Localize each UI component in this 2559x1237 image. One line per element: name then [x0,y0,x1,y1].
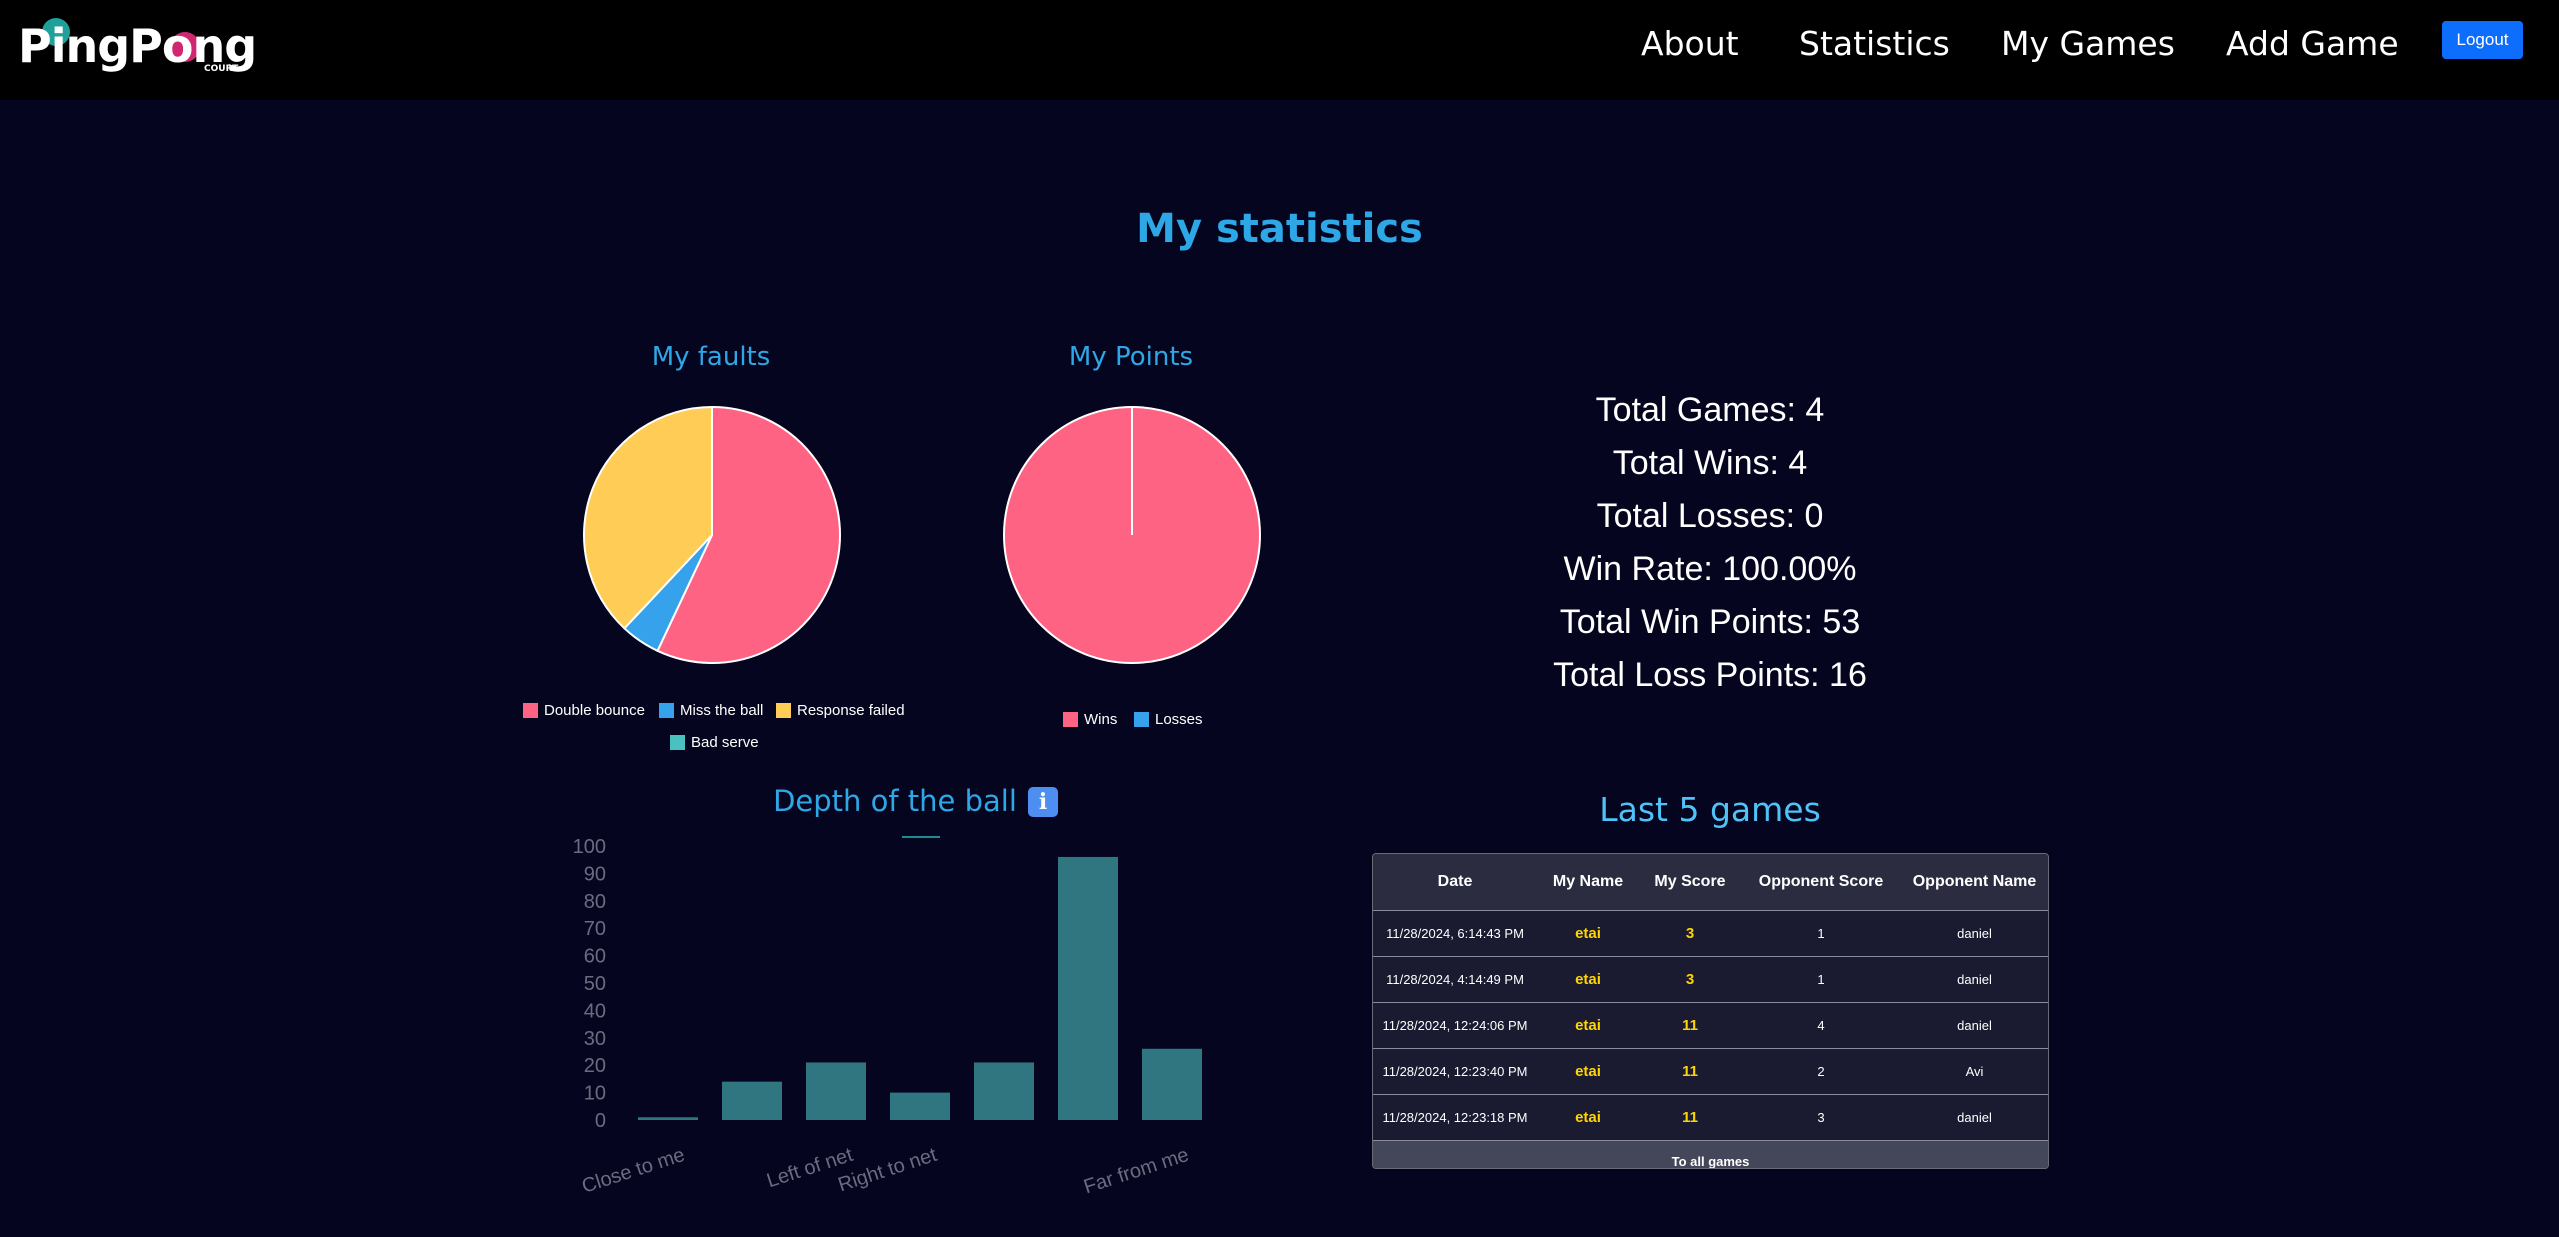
legend-label: Double bounce [544,702,645,719]
cell-opponent-name: daniel [1901,1002,2048,1049]
y-tick-label: 10 [584,1083,606,1105]
navbar: PingPong COURT About Statistics My Games… [0,0,2559,100]
x-tick-label: Close to me [579,1144,687,1198]
legend-swatch [776,703,791,718]
x-tick-label: Far from me [1081,1144,1191,1199]
column-header-my-score: My Score [1639,854,1741,911]
table-row[interactable]: 11/28/2024, 12:24:06 PM etai 11 4 daniel [1373,1002,2048,1049]
cell-my-score: 11 [1639,1048,1741,1095]
logo-subtitle: COURT [204,64,239,74]
y-tick-label: 20 [584,1055,606,1077]
table-row[interactable]: 11/28/2024, 6:14:43 PM etai 3 1 daniel [1373,910,2048,957]
nav-link-statistics[interactable]: Statistics [1799,24,1950,64]
y-tick-label: 90 [584,863,606,885]
faults-chart-title: My faults [651,342,771,372]
last-games-title: Last 5 games [1599,790,1821,829]
stat-total-win-points: Total Win Points: 53 [1559,603,1861,641]
column-header-date: Date [1373,854,1537,911]
cell-my-score: 11 [1639,1002,1741,1049]
table-row[interactable]: 11/28/2024, 12:23:40 PM etai 11 2 Avi [1373,1048,2048,1095]
legend-swatch [1063,712,1078,727]
cell-opponent-score: 1 [1741,910,1901,957]
cell-opponent-score: 2 [1741,1048,1901,1095]
legend-label: Response failed [797,702,905,719]
logout-button[interactable]: Logout [2442,21,2523,59]
legend-item-bad-serve[interactable]: Bad serve [670,734,759,751]
bar[interactable] [722,1081,782,1120]
legend-item-wins[interactable]: Wins [1063,711,1117,728]
bar[interactable] [890,1092,950,1120]
cell-opponent-name: daniel [1901,956,2048,1003]
y-tick-label: 70 [584,918,606,940]
column-header-opponent-score: Opponent Score [1741,854,1901,911]
legend-item-losses[interactable]: Losses [1134,711,1203,728]
cell-my-name: etai [1537,910,1639,957]
bar[interactable] [806,1062,866,1120]
cell-my-name: etai [1537,1094,1639,1140]
y-tick-label: 50 [584,973,606,995]
column-header-opponent-name: Opponent Name [1901,854,2048,911]
legend-swatch [670,735,685,750]
page-title: My statistics [1136,206,1423,252]
stat-win-rate: Win Rate: 100.00% [1563,550,1857,588]
last-games-table: Date My Name My Score Opponent Score Opp… [1372,853,2049,1169]
y-tick-label: 60 [584,946,606,968]
cell-opponent-score: 4 [1741,1002,1901,1049]
table-header-row: Date My Name My Score Opponent Score Opp… [1373,854,2048,911]
y-tick-label: 40 [584,1000,606,1022]
table-row[interactable]: 11/28/2024, 12:23:18 PM etai 11 3 daniel [1373,1094,2048,1140]
all-games-link[interactable]: To all games [1373,1140,2048,1168]
cell-date: 11/28/2024, 12:23:40 PM [1373,1048,1537,1095]
points-pie-chart [1003,406,1261,664]
legend-item-miss-the-ball[interactable]: Miss the ball [659,702,763,719]
y-tick-label: 80 [584,891,606,913]
cell-opponent-name: daniel [1901,1094,2048,1140]
bar[interactable] [974,1062,1034,1120]
stat-total-games: Total Games: 4 [1595,391,1825,429]
cell-my-score: 3 [1639,910,1741,957]
nav-link-about[interactable]: About [1641,24,1739,64]
cell-date: 11/28/2024, 12:24:06 PM [1373,1002,1537,1049]
depth-bar-chart: 0102030405060708090100Close to me Left of… [573,836,1202,1199]
cell-my-name: etai [1537,956,1639,1003]
cell-opponent-name: Avi [1901,1048,2048,1095]
legend-swatch [1134,712,1149,727]
cell-my-score: 3 [1639,956,1741,1003]
cell-date: 11/28/2024, 12:23:18 PM [1373,1094,1537,1140]
y-tick-label: 0 [595,1110,606,1132]
cell-opponent-score: 1 [1741,956,1901,1003]
table-row[interactable]: 11/28/2024, 4:14:49 PM etai 3 1 daniel [1373,956,2048,1003]
legend-swatch [523,703,538,718]
points-chart-title: My Points [1068,342,1194,372]
depth-chart-title: Depth of the ball [773,784,1017,818]
bar[interactable] [1142,1048,1202,1120]
cell-opponent-name: daniel [1901,910,2048,957]
stat-total-wins: Total Wins: 4 [1612,444,1808,482]
legend-item-double-bounce[interactable]: Double bounce [523,702,645,719]
nav-link-my-games[interactable]: My Games [2001,24,2175,64]
column-header-my-name: My Name [1537,854,1639,911]
pingpong-logo[interactable]: PingPong COURT [18,16,257,76]
stat-total-loss-points: Total Loss Points: 16 [1553,656,1867,694]
y-tick-label: 30 [584,1028,606,1050]
nav-link-add-game[interactable]: Add Game [2226,24,2399,64]
cell-my-score: 11 [1639,1094,1741,1140]
cell-my-name: etai [1537,1048,1639,1095]
cell-date: 11/28/2024, 6:14:43 PM [1373,910,1537,957]
bar[interactable] [638,1117,698,1120]
legend-label: Wins [1084,711,1118,728]
legend-label: Bad serve [691,734,759,751]
y-tick-label: 100 [573,836,606,858]
legend-swatch [659,703,674,718]
legend-label: Losses [1155,711,1203,728]
cell-date: 11/28/2024, 4:14:49 PM [1373,956,1537,1003]
legend-label: Miss the ball [680,702,764,719]
cell-my-name: etai [1537,1002,1639,1049]
bar[interactable] [1058,856,1118,1120]
faults-pie-chart [583,405,841,664]
legend-item-response-failed[interactable]: Response failed [776,702,905,719]
info-icon[interactable]: i [1028,787,1058,817]
cell-opponent-score: 3 [1741,1094,1901,1140]
stat-total-losses: Total Losses: 0 [1596,497,1824,535]
